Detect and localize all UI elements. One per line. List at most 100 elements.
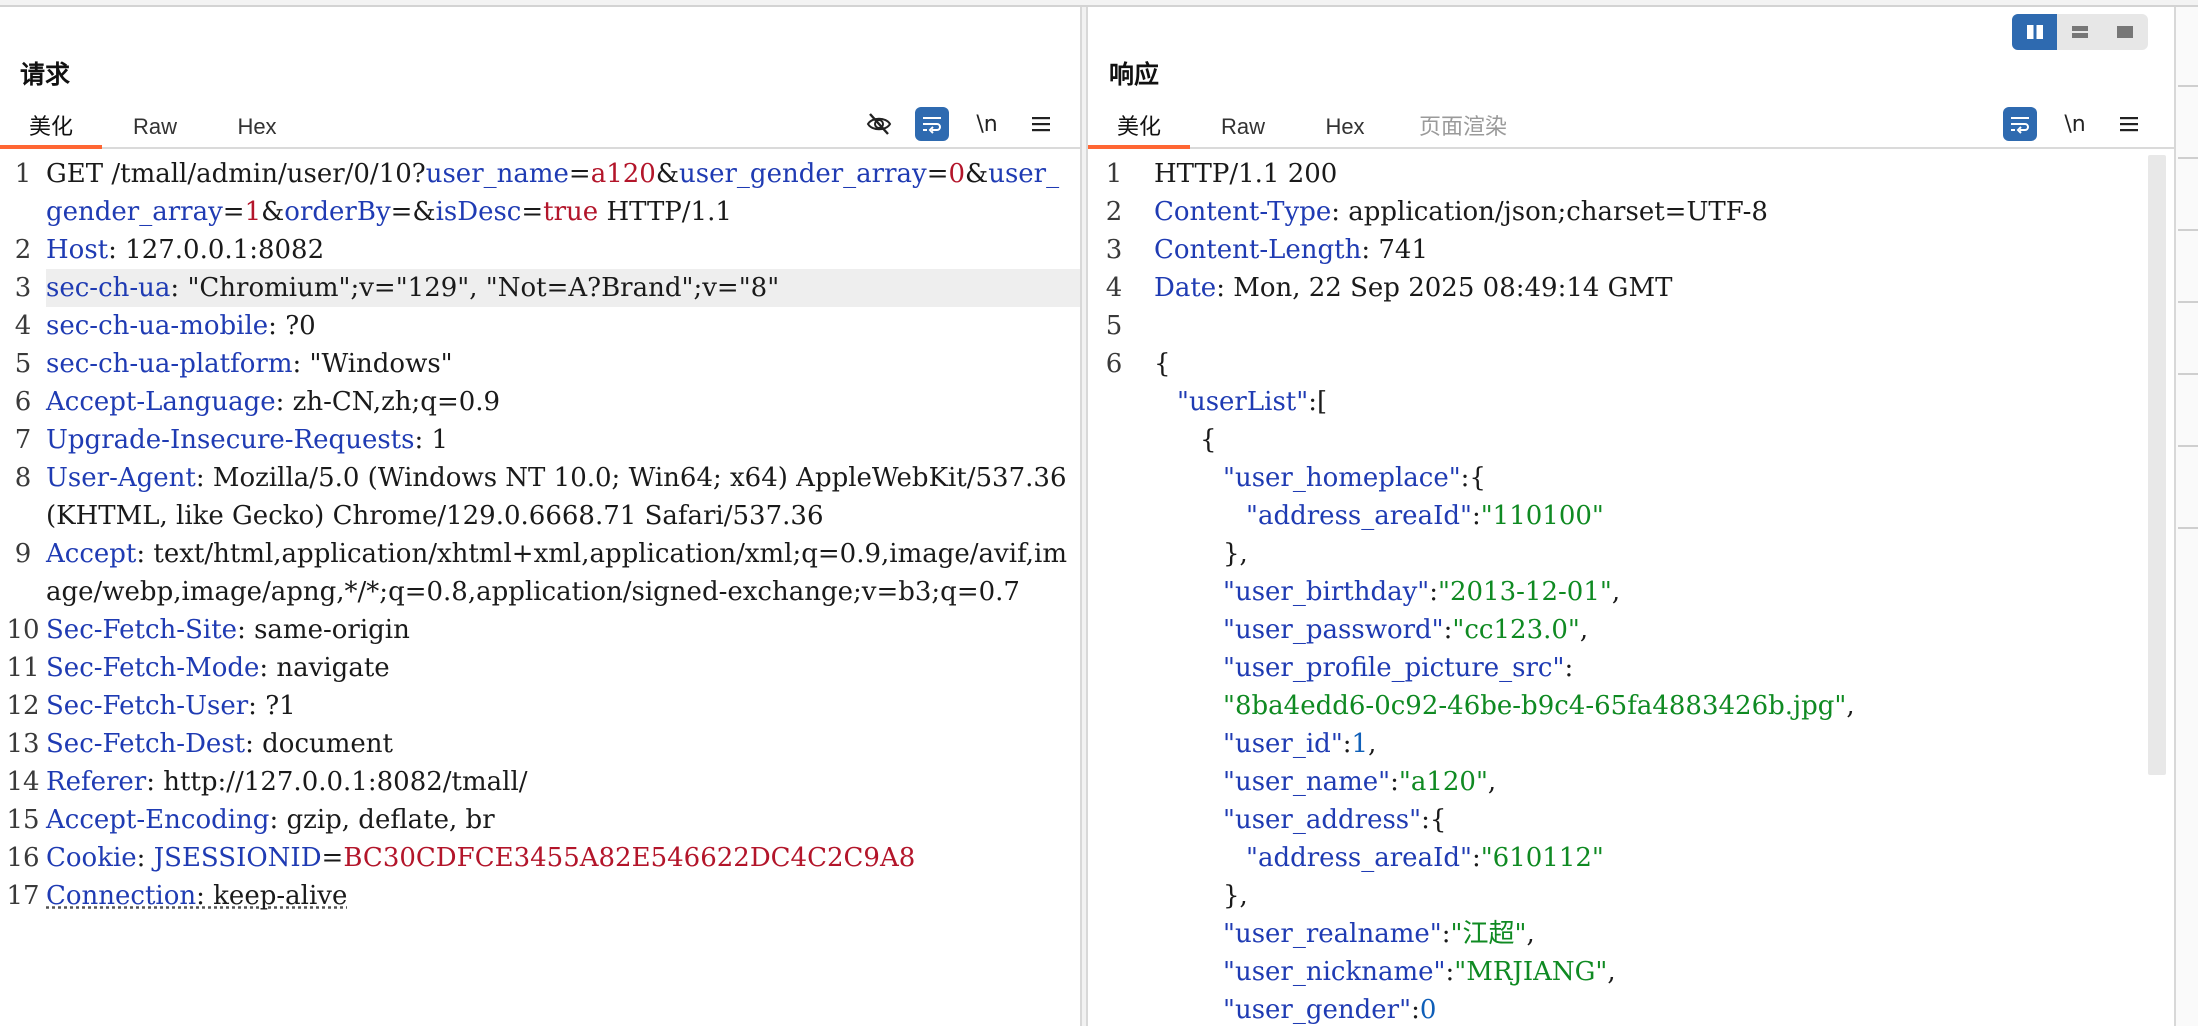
token-text: { xyxy=(1200,425,1217,455)
line-content: }, xyxy=(1140,877,2174,915)
line-content: Host: 127.0.0.1:8082 xyxy=(46,231,1080,269)
code-line: 9 Accept: text/html,application/xhtml+xml… xyxy=(0,535,1080,611)
token-text: : ?1 xyxy=(248,691,296,721)
code-line: "8ba4edd6-0c92-46be-b9c4-65fa4883426b.jp… xyxy=(1088,687,2174,725)
line-number xyxy=(1088,573,1140,611)
request-editor[interactable]: 1 GET /tmall/admin/user/0/10?user_name=a1… xyxy=(0,155,1080,915)
token-key: Content-Type xyxy=(1154,197,1332,227)
code-line: "user_name":"a120", xyxy=(1088,763,2174,801)
menu-icon[interactable] xyxy=(1024,107,1058,141)
response-tab-hex[interactable]: Hex xyxy=(1308,107,1382,147)
eye-off-icon[interactable] xyxy=(862,107,896,141)
window-top-edge xyxy=(0,0,2198,7)
code-line: 2 Content-Type: application/json;charset=… xyxy=(1088,193,2174,231)
token-text: : 1 xyxy=(414,425,449,455)
response-tab-raw[interactable]: Raw xyxy=(1206,107,1280,147)
token-key: Date xyxy=(1154,273,1217,303)
line-content: Content-Type: application/json;charset=U… xyxy=(1140,193,2174,231)
request-tab-hex[interactable]: Hex xyxy=(220,107,294,147)
token-value: a120 xyxy=(590,159,656,189)
response-tab-render[interactable]: 页面渲染 xyxy=(1408,107,1518,147)
line-number xyxy=(1088,497,1140,535)
line-number xyxy=(1088,877,1140,915)
token-text: : xyxy=(1342,729,1352,759)
line-content: Connection: keep-alive xyxy=(46,877,1080,915)
line-number xyxy=(1088,801,1140,839)
token-text: =& xyxy=(390,197,436,227)
token-text: HTTP/1.1 xyxy=(598,197,732,227)
newline-toggle[interactable]: \n xyxy=(2058,107,2092,141)
split-horizontal-icon[interactable] xyxy=(2012,14,2058,50)
token-key: "user_profile_picture_src" xyxy=(1223,653,1565,683)
code-line: 17 Connection: keep-alive xyxy=(0,877,1080,915)
wrap-icon[interactable] xyxy=(2003,107,2037,141)
line-number xyxy=(1088,915,1140,953)
line-number: 9 xyxy=(14,539,32,569)
token-text: & xyxy=(261,197,285,227)
token-text: : application/json;charset=UTF-8 xyxy=(1331,197,1768,227)
request-tab-pretty[interactable]: 美化 xyxy=(0,107,102,149)
wrap-icon[interactable] xyxy=(915,107,949,141)
response-editor[interactable]: 1 HTTP/1.1 200 2 Content-Type: application/… xyxy=(1088,155,2174,1026)
token-value: "610112" xyxy=(1480,843,1604,873)
token-key: Upgrade-Insecure-Requests xyxy=(46,425,415,455)
newline-toggle[interactable]: \n xyxy=(970,107,1004,141)
line-content: "user_birthday":"2013-12-01", xyxy=(1140,573,2174,611)
line-content: sec-ch-ua-mobile: ?0 xyxy=(46,307,1080,345)
line-content: { xyxy=(1140,345,2174,383)
code-line: "user_password":"cc123.0", xyxy=(1088,611,2174,649)
token-text: & xyxy=(965,159,989,189)
line-number: 16 xyxy=(6,843,40,873)
line-content: sec-ch-ua-platform: "Windows" xyxy=(46,345,1080,383)
code-line: 12 Sec-Fetch-User: ?1 xyxy=(0,687,1080,725)
response-pane: 响应 美化 Raw Hex 页面渲染 \n 1 HTTP/1.1 200 2 Cont… xyxy=(1088,7,2174,1026)
line-content: "user_address":{ xyxy=(1140,801,2174,839)
single-pane-icon[interactable] xyxy=(2103,14,2148,50)
menu-icon[interactable] xyxy=(2112,107,2146,141)
code-line: 13 Sec-Fetch-Dest: document xyxy=(0,725,1080,763)
token-value: 1 xyxy=(244,197,262,227)
token-text: }, xyxy=(1223,539,1248,569)
token-key: Sec-Fetch-User xyxy=(46,691,249,721)
code-line: "user_nickname":"MRJIANG", xyxy=(1088,953,2174,991)
request-tab-raw[interactable]: Raw xyxy=(118,107,192,147)
token-text: : keep-alive xyxy=(196,881,348,911)
token-text: , xyxy=(1487,767,1497,797)
response-tab-pretty[interactable]: 美化 xyxy=(1088,107,1190,149)
token-key: user_name xyxy=(425,159,569,189)
code-line: 5 xyxy=(1088,307,2174,345)
code-line: "user_address":{ xyxy=(1088,801,2174,839)
token-key: Referer xyxy=(46,767,147,797)
line-content: GET /tmall/admin/user/0/10?user_name=a12… xyxy=(46,155,1080,231)
line-number: 4 xyxy=(14,311,32,341)
request-pane: 请求 美化 Raw Hex \n 1 GET /tmall/admin/user/… xyxy=(0,7,1080,1026)
split-vertical-icon[interactable] xyxy=(2057,14,2102,50)
token-key: sec-ch-ua-mobile xyxy=(46,311,269,341)
line-number: 5 xyxy=(14,349,32,379)
line-content: "user_nickname":"MRJIANG", xyxy=(1140,953,2174,991)
token-value: "MRJIANG" xyxy=(1454,957,1608,987)
line-content: "address_areaId":"610112" xyxy=(1140,839,2174,877)
code-line: "address_areaId":"610112" xyxy=(1088,839,2174,877)
line-number xyxy=(1088,839,1140,877)
line-content: Referer: http://127.0.0.1:8082/tmall/ xyxy=(46,763,1080,801)
line-content: Sec-Fetch-Dest: document xyxy=(46,725,1080,763)
pane-splitter[interactable] xyxy=(1080,7,1088,1026)
response-title: 响应 xyxy=(1109,61,1160,89)
line-content: Upgrade-Insecure-Requests: 1 xyxy=(46,421,1080,459)
token-value: BC30CDFCE3455A82E546622DC4C2C9A8 xyxy=(343,843,916,873)
code-line: }, xyxy=(1088,535,2174,573)
line-number: 12 xyxy=(6,691,40,721)
code-line: 4 Date: Mon, 22 Sep 2025 08:49:14 GMT xyxy=(1088,269,2174,307)
line-number xyxy=(1088,535,1140,573)
line-content: "8ba4edd6-0c92-46be-b9c4-65fa4883426b.jp… xyxy=(1140,687,2174,725)
token-text: = xyxy=(222,197,245,227)
code-line: 3 sec-ch-ua: "Chromium";v="129", "Not=A?B… xyxy=(0,269,1080,307)
token-text: : same-origin xyxy=(237,615,410,645)
request-title: 请求 xyxy=(20,61,71,89)
token-text: : xyxy=(136,843,154,873)
response-scrollbar[interactable] xyxy=(2148,155,2166,775)
code-line: 8 User-Agent: Mozilla/5.0 (Windows NT 10.… xyxy=(0,459,1080,535)
code-line: 14 Referer: http://127.0.0.1:8082/tmall/ xyxy=(0,763,1080,801)
token-value: "cc123.0" xyxy=(1452,615,1580,645)
